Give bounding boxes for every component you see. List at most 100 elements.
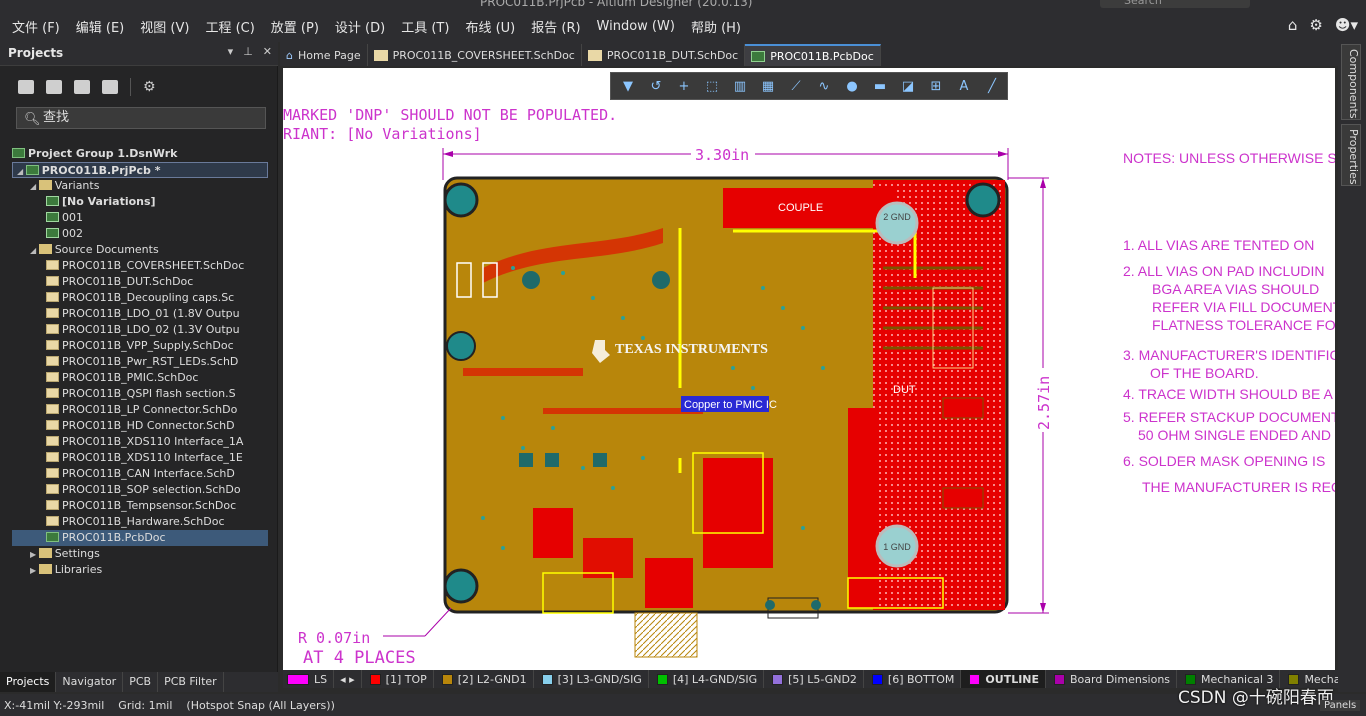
menu-tools[interactable]: 工具 (T) [399, 15, 451, 38]
tree-item-doc[interactable]: PROC011B_Hardware.SchDoc [12, 514, 268, 530]
tree-item-doc[interactable]: PROC011B_Pwr_RST_LEDs.SchD [12, 354, 268, 370]
menu-design[interactable]: 设计 (D) [333, 15, 387, 38]
component-icon[interactable]: ▦ [757, 76, 779, 96]
menu-help[interactable]: 帮助 (H) [689, 15, 743, 38]
menu-view[interactable]: 视图 (V) [138, 15, 191, 38]
diff-pair-icon[interactable]: ∿ [813, 76, 835, 96]
fab-note-line: THE MANUFACTURER IS REQ [1142, 479, 1335, 495]
via-icon[interactable]: ● [841, 76, 863, 96]
gear-icon[interactable]: ⚙ [143, 79, 156, 95]
tree-item-doc[interactable]: PROC011B_CAN Interface.SchD [12, 466, 268, 482]
layer-tab[interactable]: Board Dimensions [1046, 670, 1178, 688]
tree-item-project[interactable]: ◢ PROC011B.PrjPcb * [12, 162, 268, 178]
tab-pcbdoc[interactable]: PROC011B.PcbDoc [745, 44, 881, 66]
tree-item-doc[interactable]: PROC011B_LDO_02 (1.3V Outpu [12, 322, 268, 338]
components-panel-tab[interactable]: Components [1341, 44, 1361, 120]
tree-item-doc[interactable]: PROC011B_LDO_01 (1.8V Outpu [12, 306, 268, 322]
fill-icon[interactable]: ▬ [869, 76, 891, 96]
tab-navigator[interactable]: Navigator [56, 672, 124, 692]
tree-item-variant[interactable]: 002 [12, 226, 268, 242]
expand-arrow-icon[interactable]: ◢ [17, 167, 26, 176]
tab-pcb[interactable]: PCB [123, 672, 159, 692]
layer-tab[interactable]: [1] TOP [362, 670, 434, 688]
layer-color-swatch [772, 673, 784, 685]
open-project-icon[interactable] [102, 80, 118, 94]
menu-file[interactable]: 文件 (F) [10, 15, 62, 38]
gear-icon[interactable]: ⚙ [1309, 16, 1322, 34]
pcb-canvas[interactable]: MARKED 'DNP' SHOULD NOT BE POPULATED. RI… [283, 68, 1335, 670]
layer-tab[interactable]: [2] L2-GND1 [434, 670, 534, 688]
menu-reports[interactable]: 报告 (R) [529, 15, 582, 38]
expand-arrow-icon[interactable]: ◢ [30, 182, 39, 191]
tree-item-doc[interactable]: PROC011B_XDS110 Interface_1E [12, 450, 268, 466]
projects-search-input[interactable]: 🔍︎ 查找 [16, 107, 266, 129]
layer-tab[interactable]: [6] BOTTOM [864, 670, 962, 688]
dimension-icon[interactable]: ⊞ [925, 76, 947, 96]
tree-item-folder[interactable]: ▶ Settings [12, 546, 268, 562]
copy-icon[interactable] [46, 80, 62, 94]
line-icon[interactable]: ╱ [981, 76, 1003, 96]
tree-item-doc[interactable]: PROC011B_PMIC.SchDoc [12, 370, 268, 386]
tree-item-doc[interactable]: PROC011B_HD Connector.SchD [12, 418, 268, 434]
save-icon[interactable] [18, 80, 34, 94]
expand-arrow-icon[interactable]: ◢ [30, 246, 39, 255]
projects-panel-header: Projects ▾ ⊥ ✕ [0, 42, 278, 66]
tree-item-doc[interactable]: PROC011B_Decoupling caps.Sc [12, 290, 268, 306]
tree-item-doc[interactable]: PROC011B_COVERSHEET.SchDoc [12, 258, 268, 274]
panel-menu-icon[interactable]: ▾ [228, 45, 234, 58]
fab-note-line: OF THE BOARD. [1150, 365, 1259, 381]
layer-tab[interactable]: [5] L5-GND2 [764, 670, 864, 688]
tree-item-doc[interactable]: PROC011B_DUT.SchDoc [12, 274, 268, 290]
menu-project[interactable]: 工程 (C) [203, 15, 256, 38]
panels-button[interactable]: Panels [1320, 700, 1361, 711]
layer-tab[interactable]: OUTLINE [961, 670, 1047, 688]
properties-panel-tab[interactable]: Properties [1341, 124, 1361, 186]
tree-item-doc[interactable]: PROC011B_Tempsensor.SchDoc [12, 498, 268, 514]
tree-item-doc[interactable]: PROC011B_QSPI flash section.S [12, 386, 268, 402]
layer-tab[interactable]: [4] L4-GND/SIG [649, 670, 765, 688]
global-search-input[interactable]: Search [1100, 0, 1250, 8]
user-icon[interactable]: ☻▾ [1335, 16, 1358, 34]
text-icon[interactable]: A [953, 76, 975, 96]
interactive-route-icon[interactable]: ⟋ [785, 76, 807, 96]
menu-route[interactable]: 布线 (U) [463, 15, 517, 38]
doc-icon [46, 308, 59, 318]
menu-place[interactable]: 放置 (P) [269, 15, 321, 38]
layer-tab[interactable]: [3] L3-GND/SIG [534, 670, 649, 688]
tree-item-doc[interactable]: PROC011B_XDS110 Interface_1A [12, 434, 268, 450]
home-icon[interactable]: ⌂ [1288, 16, 1298, 34]
tree-item-folder[interactable]: ◢ Variants [12, 178, 268, 194]
tree-item-variant[interactable]: [No Variations] [12, 194, 268, 210]
project-tree: Project Group 1.DsnWrk ◢ PROC011B.PrjPcb … [12, 146, 268, 578]
filter-icon[interactable]: ▼ [617, 76, 639, 96]
expand-arrow-icon[interactable]: ▶ [30, 566, 39, 575]
layer-scroll-arrows-icon[interactable]: ◂ ▸ [334, 670, 362, 688]
close-icon[interactable]: ✕ [263, 45, 272, 58]
route-icon[interactable]: ↺ [645, 76, 667, 96]
region-icon[interactable]: ◪ [897, 76, 919, 96]
tab-coversheet[interactable]: PROC011B_COVERSHEET.SchDoc [368, 44, 582, 66]
tab-projects[interactable]: Projects [0, 672, 57, 692]
doc-icon [46, 436, 59, 446]
tree-item-doc[interactable]: PROC011B_SOP selection.SchDo [12, 482, 268, 498]
tree-item-variant[interactable]: 001 [12, 210, 268, 226]
tab-dut[interactable]: PROC011B_DUT.SchDoc [582, 44, 746, 66]
tree-item-doc[interactable]: PROC011B_LP Connector.SchDo [12, 402, 268, 418]
align-icon[interactable]: ▥ [729, 76, 751, 96]
tab-pcb-filter[interactable]: PCB Filter [158, 672, 224, 692]
expand-arrow-icon[interactable]: ▶ [30, 550, 39, 559]
open-folder-icon[interactable] [74, 80, 90, 94]
tree-item-folder[interactable]: ▶ Libraries [12, 562, 268, 578]
layer-color-swatch [871, 673, 883, 685]
layer-tab[interactable]: LS [283, 670, 335, 688]
tree-item-pcb[interactable]: PROC011B.PcbDoc [12, 530, 268, 546]
select-rect-icon[interactable]: ⬚ [701, 76, 723, 96]
menu-window[interactable]: Window (W) [595, 17, 677, 36]
pin-icon[interactable]: ⊥ [243, 45, 253, 58]
crosshair-icon[interactable]: + [673, 76, 695, 96]
tree-item-doc[interactable]: PROC011B_VPP_Supply.SchDoc [12, 338, 268, 354]
menu-edit[interactable]: 编辑 (E) [74, 15, 127, 38]
tree-item-group[interactable]: Project Group 1.DsnWrk [12, 146, 268, 162]
tab-home-page[interactable]: ⌂ Home Page [280, 44, 368, 66]
tree-item-folder[interactable]: ◢ Source Documents [12, 242, 268, 258]
